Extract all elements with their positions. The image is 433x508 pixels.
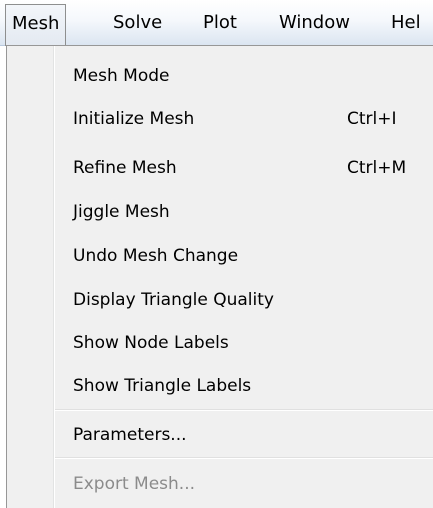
menu-item-label: Mesh Mode [73,65,170,86]
icon-gutter-divider-highlight [54,46,55,508]
menu-bar: Mesh Solve Plot Window Hel [0,0,433,46]
mesh-dropdown-menu: Mesh Mode Initialize Mesh Ctrl+I Refine … [6,45,433,508]
menu-window-label: Window [279,12,350,33]
menu-item-label: Undo Mesh Change [73,245,239,266]
menu-plot[interactable]: Plot [203,0,237,46]
menu-item-show-node-labels[interactable]: Show Node Labels [73,328,429,358]
menu-item-shortcut: Ctrl+I [347,108,397,129]
menu-item-label: Display Triangle Quality [73,289,274,310]
menu-item-show-triangle-labels[interactable]: Show Triangle Labels [73,371,429,401]
menu-item-undo-mesh-change[interactable]: Undo Mesh Change [73,241,429,271]
menu-solve-label: Solve [113,12,163,33]
menu-item-refine-mesh[interactable]: Refine Mesh Ctrl+M [73,153,429,183]
menu-item-export-mesh: Export Mesh... [73,469,429,499]
menu-item-label: Parameters... [73,424,187,445]
menu-window[interactable]: Window [279,0,350,46]
menu-mesh[interactable]: Mesh [5,4,67,46]
menu-separator [55,457,433,459]
menu-item-mesh-mode[interactable]: Mesh Mode [73,61,429,91]
menu-item-label: Jiggle Mesh [73,201,170,222]
menu-plot-label: Plot [203,12,237,33]
menu-item-label: Show Triangle Labels [73,375,252,396]
menu-item-display-triangle-quality[interactable]: Display Triangle Quality [73,285,429,315]
menu-item-jiggle-mesh[interactable]: Jiggle Mesh [73,197,429,227]
menu-item-shortcut: Ctrl+M [347,157,407,178]
menu-mesh-label: Mesh [12,12,60,34]
menu-item-parameters[interactable]: Parameters... [73,420,429,450]
menu-item-label: Refine Mesh [73,157,177,178]
menu-item-label: Show Node Labels [73,332,229,353]
menu-help-label: Hel [391,12,421,33]
menu-separator [55,409,433,411]
menu-item-initialize-mesh[interactable]: Initialize Mesh Ctrl+I [73,104,429,134]
menu-item-label: Export Mesh... [73,473,196,494]
menu-help[interactable]: Hel [391,0,421,46]
menu-solve[interactable]: Solve [113,0,162,46]
menu-item-label: Initialize Mesh [73,108,195,129]
